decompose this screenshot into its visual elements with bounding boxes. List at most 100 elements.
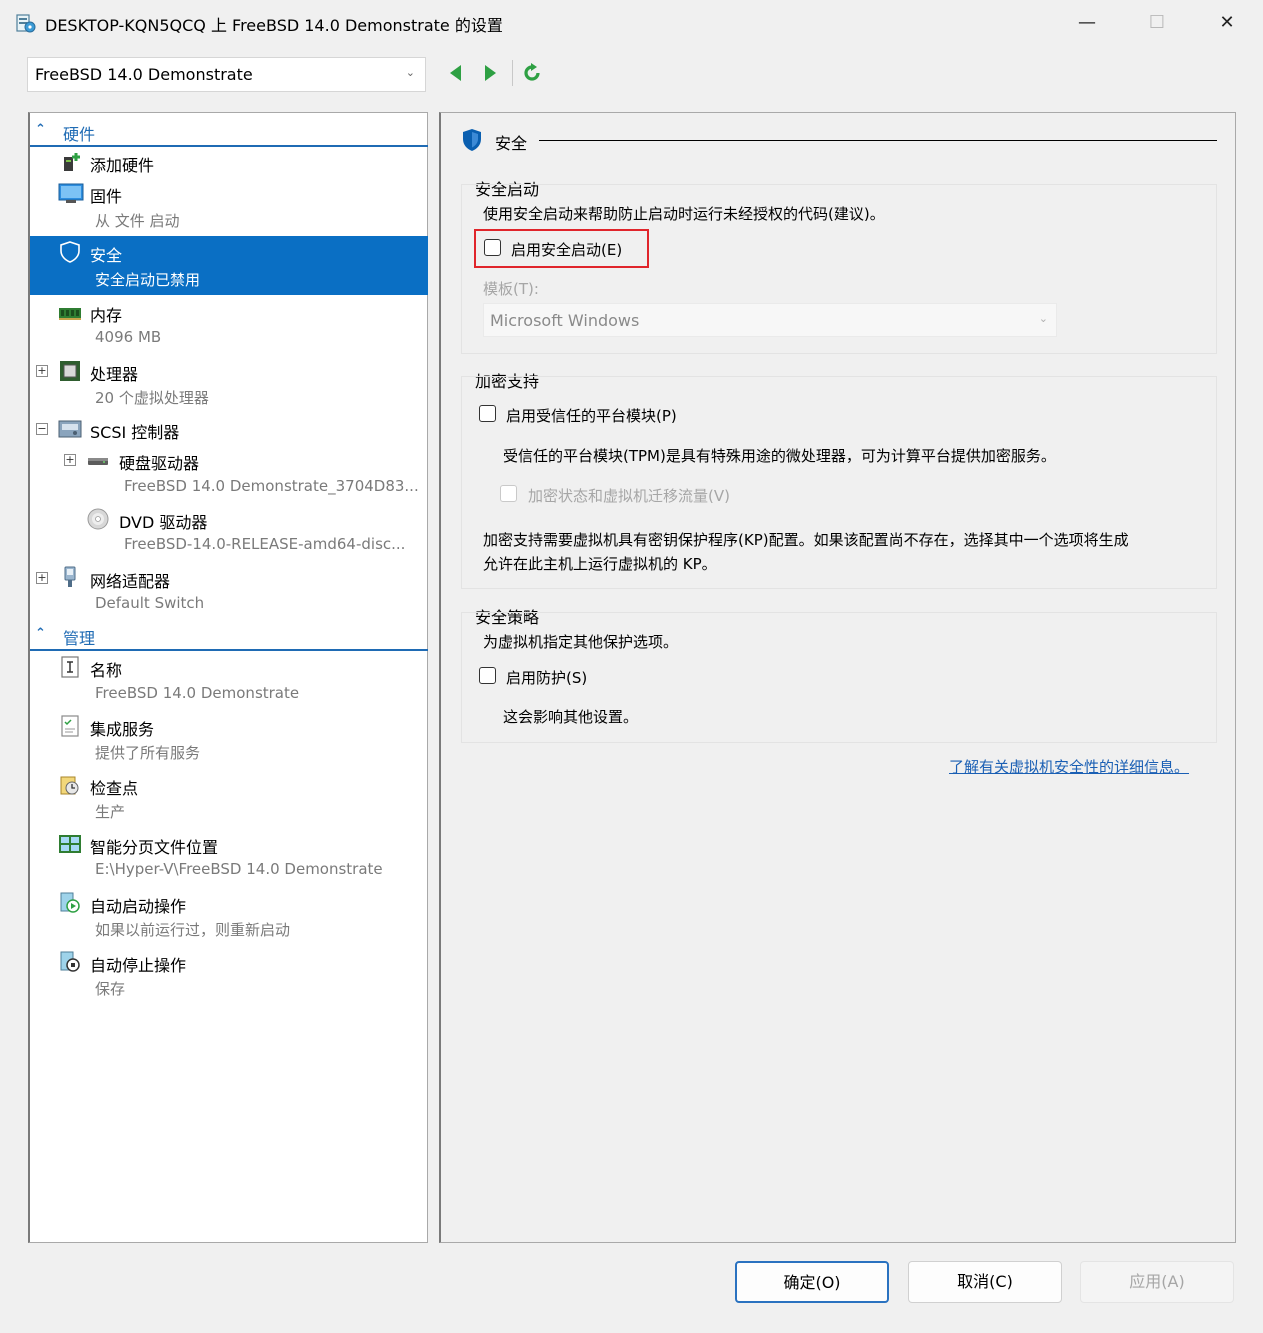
kp-description-line2: 允许在此主机上运行虚拟机的 KP。 [483, 555, 717, 573]
auto-start-icon [60, 892, 80, 913]
collapse-toggle[interactable]: − [36, 423, 48, 435]
encrypt-migration-label: 加密状态和虚拟机迁移流量(V) [528, 487, 730, 505]
tree-item-subtext: E:\Hyper-V\FreeBSD 14.0 Demonstrate [95, 860, 383, 878]
policy-description: 为虚拟机指定其他保护选项。 [483, 633, 679, 651]
tree-item-label: 安全 [90, 246, 123, 265]
enable-tpm-label[interactable]: 启用受信任的平台模块(P) [506, 405, 677, 426]
template-label: 模板(T): [483, 280, 539, 298]
dvd-disc-icon [87, 508, 109, 530]
shield-icon [60, 241, 80, 263]
template-select-value: Microsoft Windows [490, 311, 640, 330]
processor-icon [60, 361, 80, 381]
tree-item-label: 检查点 [90, 779, 139, 798]
template-select[interactable]: Microsoft Windows ⌄ [483, 303, 1057, 337]
apply-button[interactable]: 应用(A) [1080, 1261, 1234, 1303]
tree-item-integration-services[interactable]: 集成服务 提供了所有服务 [30, 710, 428, 768]
maximize-button[interactable]: ☐ [1134, 8, 1180, 38]
chevron-down-icon: ⌄ [1038, 312, 1048, 325]
tree-item-hard-drive[interactable]: + 硬盘驱动器 FreeBSD 14.0 Demonstrate_3704D83… [30, 444, 428, 502]
title-bar: DESKTOP-KQN5QCQ 上 FreeBSD 14.0 Demonstra… [0, 0, 1263, 46]
tree-item-label: 内存 [90, 306, 123, 325]
tree-item-label: 名称 [90, 661, 123, 680]
tpm-description: 受信任的平台模块(TPM)是具有特殊用途的微处理器，可为计算平台提供加密服务。 [503, 447, 1056, 465]
tree-item-subtext: 从 文件 启动 [95, 212, 180, 230]
tree-item-label: SCSI 控制器 [90, 423, 180, 442]
tree-item-auto-start[interactable]: 自动启动操作 如果以前运行过，则重新启动 [30, 887, 428, 945]
refresh-icon[interactable] [521, 61, 543, 85]
tree-item-label: 自动启动操作 [90, 897, 187, 916]
tree-item-subtext: 提供了所有服务 [95, 744, 201, 762]
tree-item-subtext: 20 个虚拟处理器 [95, 389, 209, 407]
management-section-header[interactable]: ⌃ 管理 [30, 619, 428, 651]
integration-services-icon [61, 715, 79, 737]
tree-item-subtext: FreeBSD 14.0 Demonstrate_3704D83... [124, 477, 419, 495]
chevron-down-icon: ⌄ [405, 66, 415, 79]
memory-icon [59, 308, 81, 320]
security-details-panel: 安全 安全启动 使用安全启动来帮助防止启动时运行未经授权的代码(建议)。 启用安… [439, 112, 1236, 1243]
tree-item-firmware[interactable]: 固件 从 文件 启动 [30, 177, 428, 235]
auto-stop-icon [60, 951, 80, 972]
tree-item-subtext: FreeBSD-14.0-RELEASE-amd64-disc... [124, 535, 406, 553]
tree-item-smart-paging[interactable]: 智能分页文件位置 E:\Hyper-V\FreeBSD 14.0 Demonst… [30, 828, 428, 886]
firmware-icon [58, 183, 84, 203]
expand-toggle[interactable]: + [64, 454, 76, 466]
encrypt-migration-checkbox[interactable] [500, 485, 517, 502]
tree-item-label: 自动停止操作 [90, 956, 187, 975]
add-hardware-icon [64, 153, 80, 171]
close-button[interactable]: ✕ [1204, 8, 1250, 38]
section-title-text: 安全 [495, 134, 528, 153]
tree-item-add-hardware[interactable]: 添加硬件 [30, 147, 428, 177]
learn-more-link[interactable]: 了解有关虚拟机安全性的详细信息。 [949, 756, 1189, 777]
collapse-chevron-icon: ⌃ [35, 626, 46, 641]
tree-item-memory[interactable]: 内存 4096 MB [30, 296, 428, 354]
tree-item-subtext: 生产 [95, 803, 126, 821]
tree-item-checkpoints[interactable]: 检查点 生产 [30, 769, 428, 827]
tree-item-dvd-drive[interactable]: DVD 驱动器 FreeBSD-14.0-RELEASE-amd64-disc.… [30, 503, 428, 561]
minimize-button[interactable]: — [1064, 8, 1110, 38]
enable-tpm-checkbox[interactable] [479, 405, 496, 422]
tree-item-label: 网络适配器 [90, 572, 171, 591]
tree-item-scsi-controller[interactable]: − SCSI 控制器 [30, 414, 428, 444]
tree-item-name[interactable]: 名称 FreeBSD 14.0 Demonstrate [30, 651, 428, 709]
tree-item-label: 处理器 [90, 365, 139, 384]
hardware-section-header[interactable]: ⌃ 硬件 [30, 115, 428, 147]
tree-item-subtext: Default Switch [95, 594, 205, 612]
tree-item-processor[interactable]: + 处理器 20 个虚拟处理器 [30, 355, 428, 413]
vm-select-dropdown[interactable]: FreeBSD 14.0 Demonstrate ⌄ [27, 57, 426, 92]
scsi-controller-icon [58, 420, 82, 438]
cancel-button[interactable]: 取消(C) [908, 1261, 1062, 1303]
secure-boot-description: 使用安全启动来帮助防止启动时运行未经授权的代码(建议)。 [483, 205, 885, 223]
tree-item-label: 添加硬件 [90, 156, 155, 175]
tree-item-subtext: 4096 MB [95, 328, 162, 346]
toolbar-divider [512, 60, 513, 86]
tree-item-auto-stop[interactable]: 自动停止操作 保存 [30, 946, 428, 1004]
title-divider [539, 140, 1217, 141]
smart-paging-icon [59, 835, 81, 853]
expand-toggle[interactable]: + [36, 365, 48, 377]
ok-button[interactable]: 确定(O) [735, 1261, 889, 1303]
management-section-label: 管理 [63, 629, 96, 648]
tree-item-label: 固件 [90, 187, 123, 206]
shielding-note: 这会影响其他设置。 [503, 708, 639, 726]
kp-description-line1: 加密支持需要虚拟机具有密钥保护程序(KP)配置。如果该配置尚不存在，选择其中一个… [483, 531, 1129, 549]
enable-shielding-label[interactable]: 启用防护(S) [506, 667, 587, 688]
enable-secure-boot-label[interactable]: 启用安全启动(E) [511, 239, 622, 260]
window-title: DESKTOP-KQN5QCQ 上 FreeBSD 14.0 Demonstra… [45, 16, 503, 35]
settings-tree: ⌃ 硬件 添加硬件 固件 从 文件 启动 安全 安全启动已禁用 内存 4096 … [28, 112, 428, 1243]
tree-item-label: DVD 驱动器 [119, 513, 208, 532]
tree-item-subtext: 安全启动已禁用 [95, 271, 201, 289]
vm-select-value: FreeBSD 14.0 Demonstrate [35, 65, 253, 84]
enable-shielding-checkbox[interactable] [479, 667, 496, 684]
expand-toggle[interactable]: + [36, 572, 48, 584]
tree-item-security[interactable]: 安全 安全启动已禁用 [30, 236, 428, 295]
hard-drive-icon [88, 458, 108, 465]
enable-secure-boot-checkbox[interactable] [484, 239, 501, 256]
tree-item-label: 集成服务 [90, 720, 155, 739]
next-arrow-icon[interactable] [479, 61, 501, 85]
tree-item-label: 智能分页文件位置 [90, 838, 219, 857]
section-title: 安全 [461, 127, 1221, 153]
tree-item-network-adapter[interactable]: + 网络适配器 Default Switch [30, 562, 428, 620]
checkpoint-icon [60, 776, 79, 795]
previous-arrow-icon[interactable] [445, 61, 467, 85]
name-tag-icon [61, 656, 79, 678]
